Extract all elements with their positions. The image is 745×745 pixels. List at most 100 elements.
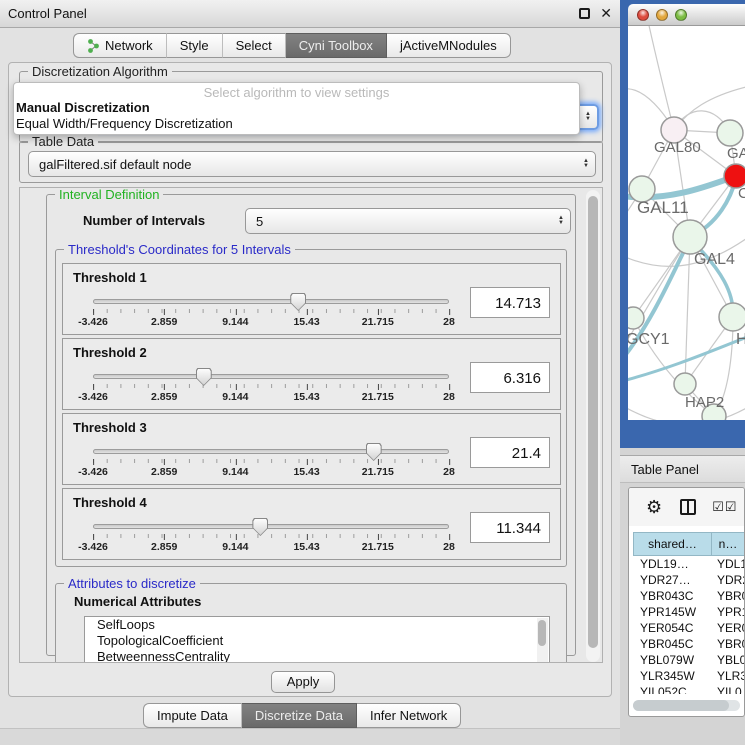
table-row[interactable]: YDL19…YDL1 [633, 556, 744, 572]
tick-label: 9.144 [222, 541, 248, 553]
network-node-gcy1[interactable] [628, 307, 644, 329]
float-window-icon[interactable] [579, 8, 590, 19]
select-columns-icons[interactable]: ☑☑ [712, 499, 737, 515]
threshold-1-value-field[interactable]: 14.713 [470, 287, 550, 318]
number-of-intervals-value: 5 [256, 214, 263, 229]
threshold-1-label: Threshold 1 [73, 270, 147, 285]
tick-label: 21.715 [362, 541, 394, 553]
threshold-1-slider[interactable] [93, 299, 449, 304]
tick-label: -3.426 [78, 316, 108, 328]
tab-infer-network[interactable]: Infer Network [357, 703, 461, 728]
tick-label: 2.859 [151, 541, 177, 553]
threshold-3-value-field[interactable]: 21.4 [470, 437, 550, 468]
node-label-cut: H [736, 331, 745, 348]
network-node-hap2[interactable] [674, 373, 696, 395]
threshold-2-label: Threshold 2 [73, 345, 147, 360]
tick-label: 21.715 [362, 391, 394, 403]
threshold-4-slider[interactable] [93, 524, 449, 529]
table-row[interactable]: YBR043CYBR0 [633, 588, 744, 604]
tab-cyni-toolbox[interactable]: Cyni Toolbox [286, 33, 387, 58]
gear-icon[interactable]: ⚙ [646, 497, 662, 518]
dropdown-option-manual[interactable]: Manual Discretization [14, 100, 579, 116]
window-zoom-icon[interactable] [675, 9, 687, 21]
dropdown-option-equal-width[interactable]: Equal Width/Frequency Discretization [14, 116, 579, 132]
slider-tick-labels: -3.4262.8599.14415.4321.71528 [93, 463, 449, 477]
status-strip [0, 728, 620, 745]
threshold-3-slider[interactable] [93, 449, 449, 454]
tick-label: 9.144 [222, 316, 248, 328]
tick-label: 28 [443, 541, 455, 553]
threshold-2-value-field[interactable]: 6.316 [470, 362, 550, 393]
table-row[interactable]: YDR27…YDR2 [633, 572, 744, 588]
tick-label: 28 [443, 466, 455, 478]
threshold-panel-4: Threshold 4 -3.4262.8599.14415.4321.7152… [62, 488, 561, 560]
network-icon [87, 39, 100, 53]
panel-title: Control Panel [8, 6, 579, 21]
threshold-4-value-field[interactable]: 11.344 [470, 512, 550, 543]
threshold-4-label: Threshold 4 [73, 495, 147, 510]
table-row[interactable]: YBR045CYBR0 [633, 636, 744, 652]
tab-network-label: Network [105, 38, 153, 53]
node-label-cut: GA [727, 145, 745, 162]
close-icon[interactable]: ✕ [600, 8, 612, 19]
network-graph: GAL80 GA C GAL11 GAL4 GCY1 H HAP2 [628, 26, 745, 420]
stepper-icon: ▲▼ [558, 216, 564, 226]
tab-discretize-data[interactable]: Discretize Data [242, 703, 357, 728]
settings-scrollbar[interactable] [586, 190, 600, 662]
table-scrollbar-thumb[interactable] [633, 700, 729, 711]
network-node-gal4[interactable] [673, 220, 707, 254]
threshold-2-slider[interactable] [93, 374, 449, 379]
tab-select[interactable]: Select [223, 33, 286, 58]
list-item[interactable]: BetweennessCentrality [85, 649, 549, 663]
table-row[interactable]: YER054CYER0 [633, 620, 744, 636]
tab-style[interactable]: Style [167, 33, 223, 58]
network-window-titlebar[interactable] [628, 4, 745, 26]
tick-label: 15.43 [293, 316, 319, 328]
numerical-attributes-label: Numerical Attributes [74, 594, 201, 609]
list-item[interactable]: TopologicalCoefficient [85, 633, 549, 649]
tick-label: 15.43 [293, 466, 319, 478]
settings-scrollbar-thumb[interactable] [588, 196, 598, 648]
apply-button[interactable]: Apply [271, 671, 335, 693]
window-close-icon[interactable] [637, 9, 649, 21]
network-canvas[interactable]: GAL80 GA C GAL11 GAL4 GCY1 H HAP2 [628, 26, 745, 420]
table-row[interactable]: YLR345WYLR3 [633, 668, 744, 684]
settings-scroll-area: Interval Definition Number of Intervals … [19, 187, 603, 663]
threshold-panel-2: Threshold 2 -3.4262.8599.14415.4321.7152… [62, 338, 561, 410]
numerical-attributes-list[interactable]: SelfLoops TopologicalCoefficient Between… [84, 616, 550, 663]
network-node[interactable] [719, 303, 745, 331]
number-of-intervals-label: Number of Intervals [83, 213, 205, 228]
node-label-gal11: GAL11 [637, 198, 689, 217]
stepper-icon: ▲▼ [583, 159, 589, 169]
tick-label: 9.144 [222, 466, 248, 478]
table-data-combo[interactable]: galFiltered.sif default node ▲▼ [28, 151, 596, 177]
list-item[interactable]: SelfLoops [85, 617, 549, 633]
tick-label: 2.859 [151, 466, 177, 478]
tab-jactivemnodules[interactable]: jActiveMNodules [387, 33, 511, 58]
attributes-group: Attributes to discretize Numerical Attri… [55, 583, 567, 663]
cyni-toolbox-panel: Discretization Algorithm ▲▼ Select algor… [8, 62, 612, 697]
column-header-shared-name[interactable]: shared… [633, 532, 711, 556]
node-table[interactable]: shared… n… YDL19…YDL1 YDR27…YDR2 YBR043C… [633, 532, 744, 694]
window-minimize-icon[interactable] [656, 9, 668, 21]
node-label-gal80: GAL80 [654, 139, 701, 156]
tick-label: -3.426 [78, 541, 108, 553]
number-of-intervals-combo[interactable]: 5 ▲▼ [245, 208, 571, 234]
network-view-window: GAL80 GA C GAL11 GAL4 GCY1 H HAP2 [620, 0, 745, 448]
network-node[interactable] [717, 120, 743, 146]
interval-definition-title: Interval Definition [55, 187, 163, 202]
control-panel: Control Panel ✕ Network Style Select Cyn… [0, 0, 620, 745]
table-row[interactable]: YBL079WYBL0 [633, 652, 744, 668]
table-panel-body: ⚙ ☑☑ shared… n… YDL19…YDL1 YDR27…YDR2 YB… [628, 487, 745, 717]
table-horizontal-scrollbar[interactable] [633, 700, 740, 711]
column-header-name[interactable]: n… [711, 532, 744, 556]
list-scrollbar[interactable] [537, 618, 548, 663]
threshold-panel-3: Threshold 3 -3.4262.8599.14415.4321.7152… [62, 413, 561, 485]
table-row[interactable]: YIL052CYIL0 [633, 684, 744, 694]
table-panel-toolbar: ⚙ ☑☑ [629, 488, 744, 526]
dropdown-hint: Select algorithm to view settings [14, 85, 579, 100]
tab-network[interactable]: Network [73, 33, 167, 58]
split-column-icon[interactable] [680, 499, 696, 515]
tab-impute-data[interactable]: Impute Data [143, 703, 242, 728]
table-row[interactable]: YPR145WYPR1 [633, 604, 744, 620]
